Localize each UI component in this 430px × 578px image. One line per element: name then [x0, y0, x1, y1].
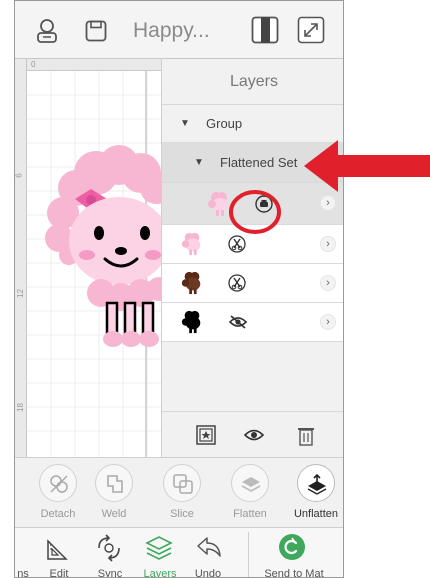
- chevron-right-icon[interactable]: ›: [320, 275, 336, 291]
- sync-icon[interactable]: [95, 534, 123, 562]
- weld-label: Weld: [101, 508, 127, 520]
- layers-bottom-bar: [162, 411, 343, 457]
- chevron-right-icon[interactable]: ›: [320, 314, 336, 330]
- design-space-app: Happy... 0 6 12 18 Layers ▼ Group ▼ Flat…: [14, 0, 344, 578]
- flatten-icon: [241, 477, 261, 492]
- ruler-top-label: 0: [31, 60, 36, 69]
- ruler-left-label: 12: [15, 289, 25, 298]
- user-icon[interactable]: [35, 18, 59, 49]
- scissors-icon[interactable]: [228, 274, 246, 292]
- chevron-right-icon[interactable]: ›: [320, 195, 336, 211]
- top-bar: Happy...: [15, 1, 343, 59]
- ruler-left-label: 6: [15, 173, 24, 178]
- send-to-mat-icon[interactable]: [279, 534, 305, 560]
- slice-icon: [173, 474, 193, 494]
- nav-send-to-mat-label[interactable]: Send to Mat: [259, 568, 329, 577]
- nav-sync-label[interactable]: Sync: [95, 568, 125, 577]
- trash-icon[interactable]: [296, 423, 316, 447]
- pink-poodle-thumbnail: [181, 232, 201, 256]
- expand-icon[interactable]: [297, 16, 325, 49]
- slice-label: Slice: [170, 508, 194, 520]
- black-poodle-thumbnail: [181, 310, 201, 334]
- nav-partial-label[interactable]: ns: [15, 568, 35, 577]
- edit-icon[interactable]: [45, 536, 71, 562]
- save-icon[interactable]: [85, 20, 107, 47]
- flatten-label: Flatten: [233, 508, 267, 520]
- eye-icon[interactable]: [244, 428, 264, 442]
- layers-panel-title: Layers: [162, 59, 343, 105]
- flatten-button[interactable]: [231, 464, 269, 502]
- detach-label: Detach: [40, 508, 76, 520]
- flattened-set-row[interactable]: ▼ Flattened Set: [162, 143, 343, 183]
- unflatten-label: Unflatten: [293, 508, 339, 520]
- slice-button[interactable]: [163, 464, 201, 502]
- nav-edit-label[interactable]: Edit: [47, 568, 71, 577]
- nav-layers-label[interactable]: Layers: [141, 568, 179, 577]
- flattened-set-label: Flattened Set: [220, 155, 298, 170]
- layer-row[interactable]: ›: [162, 264, 343, 303]
- ruler-top: [15, 59, 161, 71]
- project-title[interactable]: Happy...: [133, 19, 210, 43]
- group-label: Group: [206, 116, 243, 131]
- design-canvas[interactable]: 0 6 12 18: [15, 59, 161, 457]
- layer-actions-toolbar: Detach Weld Slice Flatten Unflatten: [15, 457, 343, 527]
- scissors-icon[interactable]: [228, 235, 246, 253]
- ruler-left: [15, 59, 27, 457]
- detach-icon: [50, 475, 68, 493]
- nav-undo-label[interactable]: Undo: [191, 568, 225, 577]
- toggle-panel-icon[interactable]: [251, 16, 279, 49]
- layer-group-row[interactable]: ▼ Group: [162, 105, 343, 143]
- layers-icon[interactable]: [145, 534, 173, 562]
- layer-row[interactable]: ›: [162, 303, 343, 342]
- layer-row[interactable]: ›: [162, 225, 343, 264]
- undo-icon[interactable]: [195, 536, 223, 560]
- unflatten-button[interactable]: [297, 464, 335, 502]
- ruler-left-label: 18: [15, 403, 25, 412]
- pink-poodle-thumbnail: [208, 192, 228, 216]
- layers-panel: Layers ▼ Group ▼ Flattened Set › › › ›: [161, 59, 343, 457]
- chevron-right-icon[interactable]: ›: [320, 236, 336, 252]
- layer-row[interactable]: ›: [162, 183, 343, 225]
- nav-divider: [248, 532, 249, 577]
- detach-button[interactable]: [39, 464, 77, 502]
- collapse-triangle-icon[interactable]: ▼: [194, 157, 204, 168]
- weld-button[interactable]: [95, 464, 133, 502]
- bottom-navigation: ns Edit Sync Layers Undo Send to Mat: [15, 527, 343, 577]
- hidden-eye-icon[interactable]: [228, 314, 248, 330]
- weld-icon: [107, 475, 123, 493]
- collapse-triangle-icon[interactable]: ▼: [180, 118, 190, 129]
- poodle-design[interactable]: [41, 143, 161, 363]
- unflatten-icon: [307, 473, 327, 495]
- brown-poodle-thumbnail: [181, 271, 201, 295]
- print-icon[interactable]: [255, 195, 273, 213]
- group-icon[interactable]: [196, 425, 216, 445]
